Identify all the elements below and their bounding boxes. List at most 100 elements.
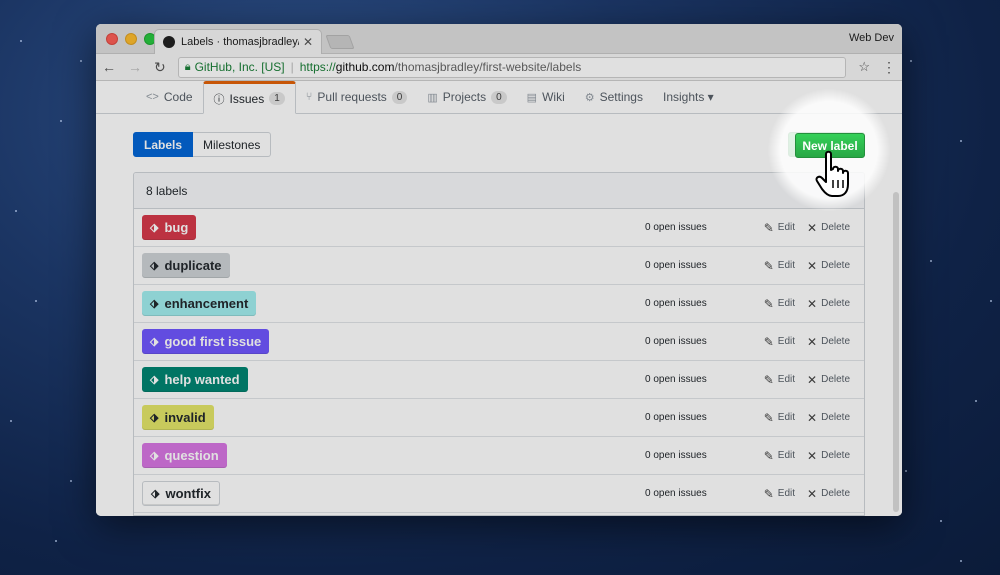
open-issues-count[interactable]: 0 open issues xyxy=(645,336,707,347)
url-input[interactable]: 🔒︎ GitHub, Inc. [US] | https://github.co… xyxy=(177,56,847,78)
star-dot xyxy=(55,540,57,542)
tag-icon: ⬗ xyxy=(151,488,160,500)
tab-close-icon[interactable]: ✕ xyxy=(303,35,313,49)
tag-icon: ⬗ xyxy=(150,260,159,272)
label-pill[interactable]: ⬗ invalid xyxy=(142,405,214,430)
tag-icon: ⬗ xyxy=(150,412,159,424)
star-dot xyxy=(15,210,17,212)
github-page: <> Code ⓘ Issues 1 ⑂ Pull requests 0 ▥ P… xyxy=(96,81,902,516)
open-issues-count[interactable]: 0 open issues xyxy=(645,374,707,385)
label-name: help wanted xyxy=(164,372,240,387)
minimize-window-button[interactable] xyxy=(125,33,137,45)
label-pill[interactable]: ⬗ enhancement xyxy=(142,291,257,316)
label-name: wontfix xyxy=(165,486,211,501)
label-pill[interactable]: ⬗ help wanted xyxy=(142,367,248,392)
label-actions: ✎ Edit ✕ Delete xyxy=(764,449,850,463)
pull-request-icon: ⑂ xyxy=(305,91,313,103)
edit-label-button[interactable]: ✎ Edit xyxy=(764,259,795,273)
labels-tab-button[interactable]: Labels xyxy=(133,132,194,157)
delete-label-button[interactable]: ✕ Delete xyxy=(807,259,850,273)
browser-window: Labels · thomasjbradley/first-w ✕ Web De… xyxy=(96,24,902,516)
edit-label-text: Edit xyxy=(777,412,796,423)
star-dot xyxy=(930,260,932,262)
open-issues-count[interactable]: 0 open issues xyxy=(645,450,707,461)
label-actions: ✎ Edit ✕ Delete xyxy=(764,373,850,387)
edit-label-button[interactable]: ✎ Edit xyxy=(764,449,795,463)
edit-label-text: Edit xyxy=(777,336,796,347)
delete-label-button[interactable]: ✕ Delete xyxy=(807,411,850,425)
open-issues-count[interactable]: 0 open issues xyxy=(645,222,707,233)
label-pill[interactable]: ⬗ wontfix xyxy=(142,481,220,506)
tab-issues[interactable]: ⓘ Issues 1 xyxy=(202,81,296,114)
label-row: ⬗ enhancement 0 open issues ✎ Edit ✕ Del… xyxy=(134,285,864,323)
browser-menu-icon[interactable]: ⋮ xyxy=(882,59,896,76)
url-protocol: https:// xyxy=(299,60,336,74)
label-row: ⬗ question 0 open issues ✎ Edit ✕ Delete xyxy=(134,437,864,475)
issues-counter: 1 xyxy=(269,92,285,105)
label-name: bug xyxy=(164,220,189,235)
star-dot xyxy=(910,60,912,62)
delete-label-text: Delete xyxy=(821,222,850,233)
forward-icon[interactable]: → xyxy=(128,59,142,75)
edit-label-button[interactable]: ✎ Edit xyxy=(764,221,795,235)
tab-wiki[interactable]: ▤ Wiki xyxy=(517,81,575,113)
edit-label-button[interactable]: ✎ Edit xyxy=(764,411,795,425)
tag-icon: ⬗ xyxy=(150,336,159,348)
gear-icon: ⚙ xyxy=(584,91,595,104)
delete-label-button[interactable]: ✕ Delete xyxy=(807,487,850,501)
star-dot xyxy=(35,300,37,302)
code-icon: <> xyxy=(146,91,159,103)
scrollbar-thumb[interactable] xyxy=(893,192,899,512)
label-pill[interactable]: ⬗ question xyxy=(142,443,227,468)
label-actions: ✎ Edit ✕ Delete xyxy=(764,297,850,311)
reload-icon[interactable]: ↻ xyxy=(154,59,166,76)
pencil-icon: ✎ xyxy=(763,258,774,273)
delete-label-button[interactable]: ✕ Delete xyxy=(807,221,850,235)
tab-insights[interactable]: Insights ▾ xyxy=(653,81,724,113)
milestones-tab-button[interactable]: Milestones xyxy=(193,132,272,157)
new-tab-button[interactable] xyxy=(325,35,355,49)
label-pill[interactable]: ⬗ bug xyxy=(142,215,197,240)
edit-label-text: Edit xyxy=(777,450,796,461)
tab-code[interactable]: <> Code xyxy=(136,81,203,113)
edit-label-button[interactable]: ✎ Edit xyxy=(764,487,795,501)
edit-label-button[interactable]: ✎ Edit xyxy=(764,297,795,311)
x-icon: ✕ xyxy=(807,220,818,235)
tab-projects[interactable]: ▥ Projects 0 xyxy=(417,81,516,113)
open-issues-count[interactable]: 0 open issues xyxy=(645,488,707,499)
delete-label-button[interactable]: ✕ Delete xyxy=(807,297,850,311)
label-row: ⬗ bug 0 open issues ✎ Edit ✕ Delete xyxy=(134,209,864,247)
label-actions: ✎ Edit ✕ Delete xyxy=(764,411,850,425)
tab-pull-requests[interactable]: ⑂ Pull requests 0 xyxy=(296,81,418,113)
bookmark-star-icon[interactable]: ☆ xyxy=(858,59,870,75)
open-issues-count[interactable]: 0 open issues xyxy=(645,298,707,309)
x-icon: ✕ xyxy=(807,410,818,425)
delete-label-button[interactable]: ✕ Delete xyxy=(807,335,850,349)
tab-projects-label: Projects xyxy=(442,90,487,104)
label-actions: ✎ Edit ✕ Delete xyxy=(764,335,850,349)
x-icon: ✕ xyxy=(807,372,818,387)
edit-label-button[interactable]: ✎ Edit xyxy=(764,335,795,349)
delete-label-button[interactable]: ✕ Delete xyxy=(807,373,850,387)
edit-label-button[interactable]: ✎ Edit xyxy=(764,373,795,387)
labels-list: 8 labels ⬗ bug 0 open issues ✎ Edit ✕ De… xyxy=(133,172,865,516)
scrollbar[interactable] xyxy=(892,82,900,516)
label-actions: ✎ Edit ✕ Delete xyxy=(764,487,850,501)
back-icon[interactable]: ← xyxy=(102,59,116,75)
tab-settings[interactable]: ⚙ Settings xyxy=(575,81,653,113)
star-dot xyxy=(975,400,977,402)
label-pill[interactable]: ⬗ duplicate xyxy=(142,253,230,278)
profile-name[interactable]: Web Dev xyxy=(849,32,894,44)
star-dot xyxy=(20,40,22,42)
open-issues-count[interactable]: 0 open issues xyxy=(645,412,707,423)
delete-label-button[interactable]: ✕ Delete xyxy=(807,449,850,463)
open-issues-count[interactable]: 0 open issues xyxy=(645,260,707,271)
x-icon: ✕ xyxy=(807,486,818,501)
close-window-button[interactable] xyxy=(106,33,118,45)
label-pill[interactable]: ⬗ good first issue xyxy=(142,329,270,354)
label-row: ⬗ duplicate 0 open issues ✎ Edit ✕ Delet… xyxy=(134,247,864,285)
tag-icon: ⬗ xyxy=(150,298,159,310)
delete-label-text: Delete xyxy=(821,374,850,385)
delete-label-text: Delete xyxy=(821,298,850,309)
browser-tab[interactable]: Labels · thomasjbradley/first-w ✕ xyxy=(154,29,322,54)
